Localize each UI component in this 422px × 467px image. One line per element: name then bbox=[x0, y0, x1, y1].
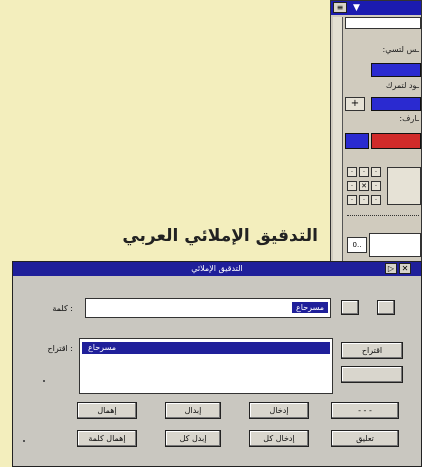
align-top-icon[interactable]: · bbox=[359, 167, 369, 177]
decorative-dot bbox=[23, 440, 25, 442]
align-left-icon[interactable]: · bbox=[347, 181, 357, 191]
cancel-button[interactable]: تعليق bbox=[331, 430, 399, 447]
square-button-2[interactable] bbox=[377, 300, 395, 315]
suggestions-list[interactable]: مسرحاع bbox=[79, 338, 333, 394]
align-center-icon[interactable]: ✕ bbox=[359, 181, 369, 191]
palette-small-field[interactable]: 0.. bbox=[347, 237, 367, 253]
palette-divider bbox=[347, 215, 419, 225]
dialog-title: التدقيق الإملائي bbox=[191, 264, 243, 273]
palette-color-swatch-blue-2[interactable] bbox=[371, 97, 421, 111]
palette-label-3: :ـارف bbox=[399, 114, 419, 123]
word-input[interactable]: مسرحاع bbox=[85, 298, 331, 318]
suggest-button[interactable]: اقتراح bbox=[341, 342, 403, 359]
dialog-titlebar[interactable]: التدقيق الإملائي ▷ ✕ bbox=[13, 262, 421, 276]
align-top-left-icon[interactable]: · bbox=[347, 167, 357, 177]
replace-button[interactable]: إبدال bbox=[165, 402, 221, 419]
side-bottom-button[interactable]: - - - bbox=[331, 402, 399, 419]
align-bottom-icon[interactable]: · bbox=[359, 195, 369, 205]
palette-label-2: ـود لتمرك bbox=[385, 81, 419, 90]
palette-window: ≡ ▼ :ـس لتسي ـود لتمرك + :ـارف · · · · ✕… bbox=[330, 0, 422, 262]
word-label: : كلمة bbox=[52, 304, 73, 313]
close-icon[interactable]: ✕ bbox=[399, 263, 411, 274]
align-right-icon[interactable]: · bbox=[371, 181, 381, 191]
palette-color-swatch-red[interactable] bbox=[371, 133, 421, 149]
suggestions-label: : اقتراح bbox=[47, 344, 74, 353]
spell-check-dialog: التدقيق الإملائي ▷ ✕ : كلمة : اقتراح مسر… bbox=[12, 261, 422, 467]
palette-color-swatch-blue[interactable] bbox=[371, 63, 421, 77]
palette-system-menu-icon[interactable]: ≡ bbox=[333, 2, 347, 13]
page-heading: التدقيق الإملائي العربي bbox=[122, 226, 318, 246]
ignore-button[interactable]: إهمال bbox=[77, 402, 137, 419]
palette-color-swatch-blue-3[interactable] bbox=[345, 133, 369, 149]
align-top-right-icon[interactable]: · bbox=[371, 167, 381, 177]
side-top-button[interactable] bbox=[341, 366, 403, 383]
square-button-1[interactable] bbox=[341, 300, 359, 315]
suggestion-item[interactable]: مسرحاع bbox=[82, 342, 330, 354]
palette-arrow-icon[interactable]: ▼ bbox=[353, 2, 360, 14]
palette-ruler bbox=[333, 17, 343, 261]
palette-preview-box bbox=[387, 167, 421, 205]
palette-titlebar[interactable]: ≡ ▼ bbox=[331, 1, 421, 15]
palette-plus-icon[interactable]: + bbox=[345, 97, 365, 111]
ignore-all-button[interactable]: إهمال كلمة bbox=[77, 430, 137, 447]
word-input-value: مسرحاع bbox=[292, 302, 328, 313]
palette-bottom-box[interactable] bbox=[369, 233, 421, 257]
align-bottom-left-icon[interactable]: · bbox=[347, 195, 357, 205]
add-all-button[interactable]: إدخال كل bbox=[249, 430, 309, 447]
replace-all-button[interactable]: إبدل كل bbox=[165, 430, 221, 447]
palette-header-field[interactable] bbox=[345, 17, 421, 29]
add-button[interactable]: إدخال bbox=[249, 402, 309, 419]
align-bottom-right-icon[interactable]: · bbox=[371, 195, 381, 205]
decorative-dot bbox=[43, 380, 45, 382]
palette-label-1: :ـس لتسي bbox=[382, 45, 419, 54]
minimize-icon[interactable]: ▷ bbox=[385, 263, 397, 274]
